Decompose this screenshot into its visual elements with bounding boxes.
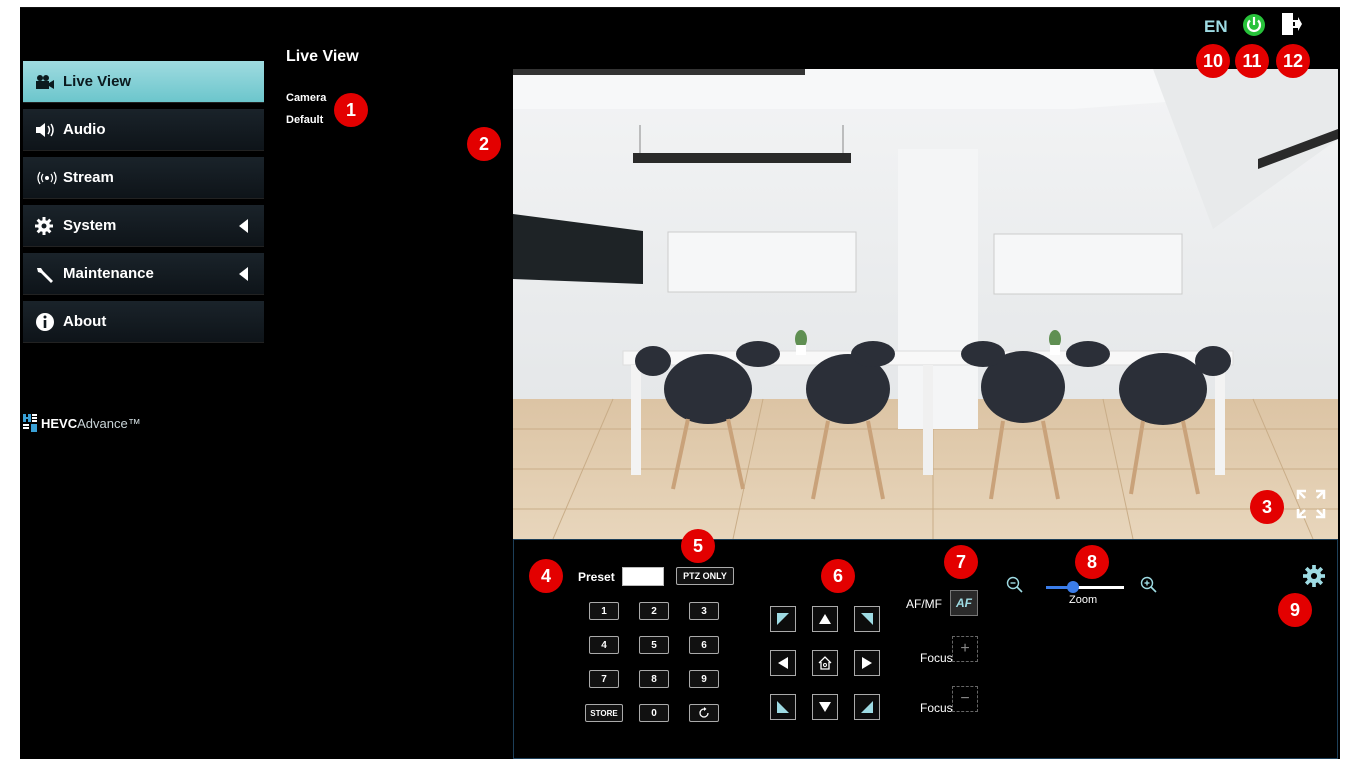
- power-icon[interactable]: [1242, 13, 1266, 42]
- preset-label: Preset: [578, 570, 615, 584]
- arrow-right-icon: [862, 657, 872, 669]
- arrow-down-icon: [819, 702, 831, 712]
- arrow-down-left-icon: [777, 701, 789, 713]
- refresh-icon: [699, 707, 709, 718]
- callout-badge-2: 2: [467, 127, 501, 161]
- sidebar-item-label: Audio: [63, 121, 106, 138]
- focus-minus-button[interactable]: −: [952, 686, 978, 712]
- callout-badge-9: 9: [1278, 593, 1312, 627]
- preset-2-button[interactable]: 2: [639, 602, 669, 620]
- sidebar-item-maintenance[interactable]: Maintenance: [23, 253, 264, 295]
- zoom-label: Zoom: [1069, 594, 1098, 606]
- gear-icon: [35, 216, 63, 235]
- preset-8-button[interactable]: 8: [639, 670, 669, 688]
- preset-0-button[interactable]: 0: [639, 704, 669, 722]
- language-selector[interactable]: EN: [1204, 17, 1228, 37]
- preset-9-button[interactable]: 9: [689, 670, 719, 688]
- ptz-control-panel: Preset PTZ ONLY 1 2 3 4 5 6 7 8 9 STORE …: [513, 539, 1338, 759]
- ptz-up-button[interactable]: [812, 606, 838, 632]
- camera-link[interactable]: Camera: [286, 92, 326, 104]
- preset-4-button[interactable]: 4: [589, 636, 619, 654]
- sidebar-item-about[interactable]: About: [23, 301, 264, 343]
- sidebar-item-system[interactable]: System: [23, 205, 264, 247]
- zoom-slider[interactable]: [1046, 581, 1124, 593]
- settings-gear-icon[interactable]: [1303, 565, 1325, 592]
- callout-badge-12: 12: [1276, 44, 1310, 78]
- wrench-icon: [35, 265, 63, 283]
- zoom-in-icon[interactable]: [1140, 576, 1158, 599]
- zoom-slider-knob[interactable]: [1067, 581, 1080, 593]
- arrow-up-icon: [819, 614, 831, 624]
- info-icon: [35, 312, 63, 332]
- callout-badge-5: 5: [681, 529, 715, 563]
- preset-3-button[interactable]: 3: [689, 602, 719, 620]
- preset-input[interactable]: [622, 567, 664, 586]
- store-button[interactable]: STORE: [585, 704, 623, 722]
- sidebar-item-live-view[interactable]: Live View: [23, 61, 264, 103]
- expand-arrow-icon: [239, 219, 248, 233]
- ptz-up-left-button[interactable]: [770, 606, 796, 632]
- preset-5-button[interactable]: 5: [639, 636, 669, 654]
- video-camera-icon: [35, 74, 63, 90]
- preset-1-button[interactable]: 1: [589, 602, 619, 620]
- ptz-right-button[interactable]: [854, 650, 880, 676]
- speaker-icon: [35, 122, 63, 138]
- fullscreen-icon[interactable]: [1294, 487, 1328, 521]
- sidebar-item-label: Maintenance: [63, 265, 154, 282]
- sidebar-item-label: Live View: [63, 73, 132, 90]
- zoom-out-icon[interactable]: [1006, 576, 1024, 599]
- callout-badge-6: 6: [821, 559, 855, 593]
- sidebar: Live View Audio Stream System Maintenanc…: [20, 8, 267, 759]
- callout-badge-11: 11: [1235, 44, 1269, 78]
- ptz-home-button[interactable]: [812, 650, 838, 676]
- ptz-down-left-button[interactable]: [770, 694, 796, 720]
- live-video-view[interactable]: [513, 69, 1338, 539]
- app-frame: Live View Audio Stream System Maintenanc…: [20, 7, 1340, 759]
- focus-near-label: Focus: [920, 651, 953, 665]
- reset-button[interactable]: [689, 704, 719, 722]
- broadcast-icon: [35, 171, 63, 185]
- callout-badge-3: 3: [1250, 490, 1284, 524]
- callout-badge-1: 1: [334, 93, 368, 127]
- ptz-only-button[interactable]: PTZ ONLY: [676, 567, 734, 585]
- sub-menu-panel: Live View Camera Default: [267, 8, 513, 759]
- focus-far-label: Focus: [920, 701, 953, 715]
- ptz-left-button[interactable]: [770, 650, 796, 676]
- ptz-down-button[interactable]: [812, 694, 838, 720]
- af-button[interactable]: AF: [950, 590, 978, 616]
- logo-brand-text: HEVC: [41, 415, 78, 431]
- hevc-mark-icon: [23, 414, 37, 432]
- focus-plus-button[interactable]: +: [952, 636, 978, 662]
- logout-icon[interactable]: [1280, 12, 1302, 41]
- default-link[interactable]: Default: [286, 114, 323, 126]
- sidebar-item-stream[interactable]: Stream: [23, 157, 264, 199]
- hevc-logo: HEVC Advance™: [23, 414, 141, 432]
- ptz-up-right-button[interactable]: [854, 606, 880, 632]
- sidebar-item-label: Stream: [63, 169, 114, 186]
- conference-room-image: [513, 69, 1338, 539]
- preset-6-button[interactable]: 6: [689, 636, 719, 654]
- callout-badge-8: 8: [1075, 545, 1109, 579]
- arrow-up-right-icon: [861, 613, 873, 625]
- sidebar-item-label: System: [63, 217, 117, 234]
- home-icon: [818, 656, 832, 670]
- sidebar-item-audio[interactable]: Audio: [23, 109, 264, 151]
- callout-badge-10: 10: [1196, 44, 1230, 78]
- arrow-up-left-icon: [777, 613, 789, 625]
- callout-badge-7: 7: [944, 545, 978, 579]
- logo-suffix-text: Advance™: [77, 415, 141, 431]
- af-mf-label: AF/MF: [906, 597, 942, 611]
- page-title: Live View: [286, 48, 359, 65]
- sidebar-item-label: About: [63, 313, 107, 330]
- ptz-down-right-button[interactable]: [854, 694, 880, 720]
- arrow-left-icon: [778, 657, 788, 669]
- callout-badge-4: 4: [529, 559, 563, 593]
- preset-7-button[interactable]: 7: [589, 670, 619, 688]
- expand-arrow-icon: [239, 267, 248, 281]
- arrow-down-right-icon: [861, 701, 873, 713]
